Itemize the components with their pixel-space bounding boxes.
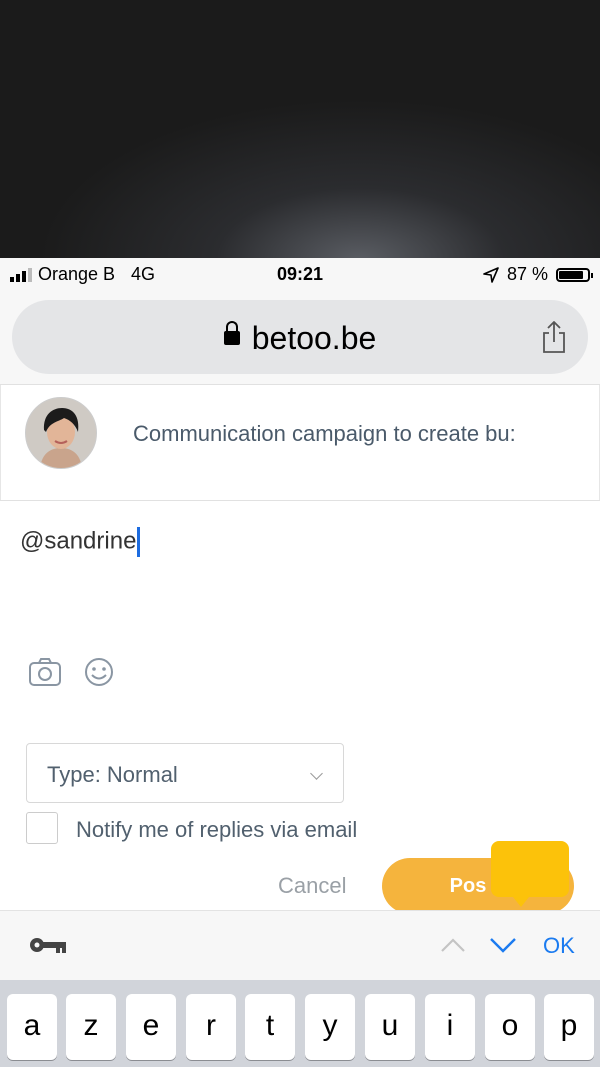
page-content: Communication campaign to create bu: @sa…: [0, 384, 600, 914]
status-right: 87 %: [483, 264, 593, 285]
status-bar: Orange B 4G 09:21 87 %: [0, 258, 600, 292]
text-cursor: [137, 527, 141, 557]
comment-text: @sandrine: [20, 527, 137, 555]
keyboard-accessory-bar: OK: [0, 910, 600, 981]
tooltip-overlay: [491, 841, 569, 907]
lock-icon: [223, 320, 240, 345]
chevron-up-icon[interactable]: [440, 937, 466, 953]
ok-button[interactable]: OK: [543, 933, 575, 959]
post-button-label: Pos: [449, 875, 487, 897]
battery-fill: [559, 270, 584, 279]
key-t[interactable]: t: [245, 994, 295, 1060]
avatar-portrait: [26, 398, 96, 468]
key-z[interactable]: z: [66, 994, 116, 1060]
key-r[interactable]: r: [186, 994, 236, 1060]
avatar: [25, 397, 97, 469]
battery-percent: 87 %: [506, 264, 548, 284]
comment-input[interactable]: @sandrine: [20, 527, 141, 557]
notify-checkbox[interactable]: [26, 812, 58, 844]
key-u[interactable]: u: [365, 994, 415, 1060]
type-select-value: Type: Normal: [47, 762, 178, 787]
location-arrow-icon: [483, 266, 499, 283]
chevron-down-icon[interactable]: [489, 937, 517, 953]
browser-address-area: betoo.be: [0, 292, 600, 384]
emoji-icon[interactable]: [82, 655, 116, 689]
key-icon[interactable]: [28, 935, 68, 955]
key-y[interactable]: y: [305, 994, 355, 1060]
type-select[interactable]: Type: Normal: [26, 743, 344, 803]
post-title: Communication campaign to create bu:: [133, 421, 516, 446]
notify-label: Notify me of replies via email: [76, 817, 358, 842]
post-card[interactable]: Communication campaign to create bu:: [0, 385, 600, 501]
share-icon[interactable]: [540, 320, 568, 354]
key-a[interactable]: a: [7, 994, 57, 1060]
key-e[interactable]: e: [126, 994, 176, 1060]
address-bar[interactable]: betoo.be: [12, 300, 588, 374]
key-p[interactable]: p: [544, 994, 594, 1060]
chevron-down-icon: [310, 767, 323, 780]
camera-icon[interactable]: [28, 655, 62, 689]
keyboard: a z e r t y u i o p: [0, 980, 600, 1067]
cancel-button[interactable]: Cancel: [278, 873, 346, 899]
url-display[interactable]: betoo.be: [12, 320, 588, 357]
battery-icon: [556, 267, 593, 282]
dark-background-area: [0, 0, 600, 258]
url-text: betoo.be: [251, 320, 377, 356]
divider: [0, 500, 600, 501]
key-o[interactable]: o: [485, 994, 535, 1060]
key-i[interactable]: i: [425, 994, 475, 1060]
